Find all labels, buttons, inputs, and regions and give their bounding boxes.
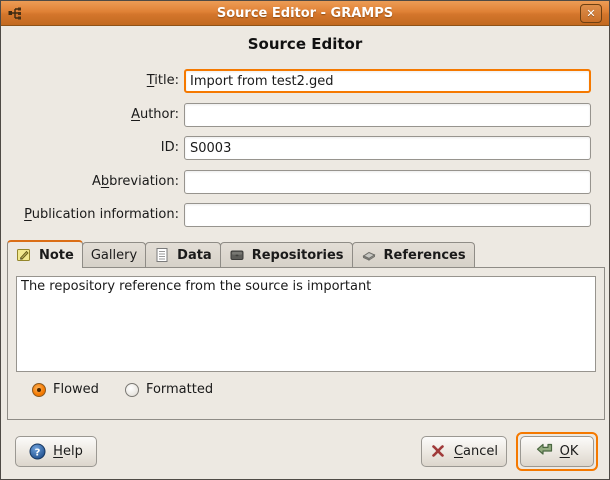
title-input[interactable] [184,69,591,93]
window-title: Source Editor - GRAMPS [1,6,609,21]
source-editor-dialog: Source Editor - GRAMPS ✕ Source Editor T… [0,0,610,480]
abbreviation-input[interactable] [184,170,591,194]
repositories-icon [229,247,246,264]
close-icon: ✕ [586,7,595,20]
data-icon [154,247,171,264]
note-icon [16,247,33,264]
cancel-button-label: Cancel [454,444,498,459]
tab-repositories[interactable]: Repositories [220,242,353,267]
notebook-tabs: Note Gallery Data Repositories [7,240,475,268]
author-input[interactable] [184,103,591,127]
publication-input[interactable] [184,203,591,227]
help-icon: ? [29,443,46,460]
tab-gallery-label: Gallery [91,248,137,263]
title-label: Title: [5,69,179,93]
note-textarea[interactable]: The repository reference from the source… [16,276,596,372]
references-icon [361,247,378,264]
form-row-author: Author: [5,103,591,127]
flowed-label: Flowed [53,382,99,397]
radio-unselected-icon [125,383,139,397]
tab-gallery[interactable]: Gallery [82,242,146,267]
formatted-radio[interactable]: Formatted [125,382,213,397]
form-row-title: Title: [5,69,591,93]
flowed-radio[interactable]: Flowed [32,382,99,397]
author-label: Author: [5,103,179,127]
form-row-id: ID: [5,136,591,160]
tab-note[interactable]: Note [7,240,83,268]
titlebar[interactable]: Source Editor - GRAMPS ✕ [1,1,609,26]
help-button[interactable]: ? Help [15,436,97,467]
tab-references[interactable]: References [352,242,475,267]
form-row-publication: Publication information: [5,203,591,227]
ok-button-label: OK [560,444,579,459]
publication-label: Publication information: [5,203,179,227]
note-format-options: Flowed Formatted [32,382,213,397]
ok-button-focus-ring: OK [516,432,598,471]
close-button[interactable]: ✕ [580,4,602,23]
abbreviation-label: Abbreviation: [5,170,179,194]
id-label: ID: [5,136,179,160]
ok-button[interactable]: OK [520,436,594,467]
form-row-abbreviation: Abbreviation: [5,170,591,194]
tab-data-label: Data [177,248,212,263]
cancel-icon [430,443,447,460]
page-title: Source Editor [1,35,609,53]
help-button-label: Help [53,444,83,459]
ok-enter-arrow-icon [536,443,553,460]
formatted-label: Formatted [146,382,213,397]
id-input[interactable] [184,136,591,160]
tab-note-label: Note [39,248,74,263]
radio-selected-icon [32,383,46,397]
tab-data[interactable]: Data [145,242,221,267]
svg-text:?: ? [35,447,41,458]
tab-repositories-label: Repositories [252,248,344,263]
tab-references-label: References [384,248,466,263]
cancel-button[interactable]: Cancel [421,436,507,467]
note-panel: The repository reference from the source… [7,267,605,420]
